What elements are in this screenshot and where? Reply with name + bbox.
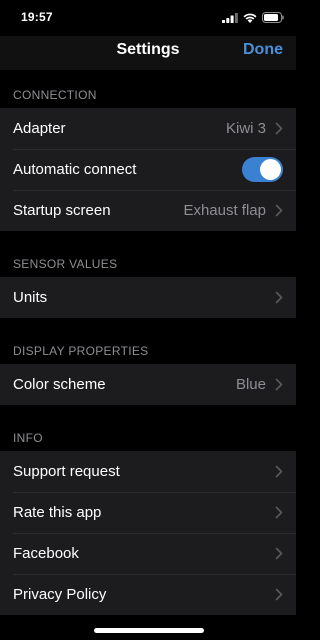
battery-icon: [262, 12, 284, 23]
section-title: DISPLAY PROPERTIES: [13, 344, 149, 358]
toggle-knob: [260, 159, 281, 180]
wifi-icon: [243, 13, 257, 23]
section-header-display-properties: DISPLAY PROPERTIES: [0, 318, 296, 364]
row-label: Privacy Policy: [13, 586, 107, 603]
chevron-right-icon: [275, 204, 283, 217]
chevron-right-icon: [275, 291, 283, 304]
cellular-signal-icon: [222, 12, 238, 23]
startup-screen-row[interactable]: Startup screen Exhaust flap: [0, 190, 296, 231]
settings-screen: 19:57 Settings Done CONNECTION Adapter K…: [0, 0, 296, 640]
row-label: Color scheme: [13, 376, 106, 393]
row-label: Units: [13, 289, 48, 306]
color-scheme-row[interactable]: Color scheme Blue: [0, 364, 296, 405]
section-title: INFO: [13, 431, 43, 445]
navigation-bar: Settings Done: [0, 36, 296, 70]
row-label: Rate this app: [13, 504, 102, 521]
section-title: SENSOR VALUES: [13, 257, 118, 271]
row-label: Automatic connect: [13, 161, 137, 178]
chevron-right-icon: [275, 122, 283, 135]
chevron-right-icon: [275, 588, 283, 601]
status-bar: 19:57: [0, 0, 296, 36]
adapter-row[interactable]: Adapter Kiwi 3: [0, 108, 296, 149]
chevron-right-icon: [275, 465, 283, 478]
display-properties-group: Color scheme Blue: [0, 364, 296, 405]
sensor-values-group: Units: [0, 277, 296, 318]
row-value: Exhaust flap: [183, 202, 266, 219]
section-header-connection: CONNECTION: [0, 70, 296, 108]
row-value: Kiwi 3: [225, 120, 266, 137]
automatic-connect-row: Automatic connect: [0, 149, 296, 190]
chevron-right-icon: [275, 506, 283, 519]
section-title: CONNECTION: [13, 88, 97, 102]
automatic-connect-toggle[interactable]: [242, 157, 283, 182]
row-value: Blue: [235, 376, 266, 393]
settings-list: CONNECTION Adapter Kiwi 3 Automatic conn…: [0, 70, 296, 615]
facebook-row[interactable]: Facebook: [0, 533, 296, 574]
rate-this-app-row[interactable]: Rate this app: [0, 492, 296, 533]
support-request-row[interactable]: Support request: [0, 451, 296, 492]
chevron-right-icon: [275, 378, 283, 391]
connection-group: Adapter Kiwi 3 Automatic connect Startup…: [0, 108, 296, 231]
section-header-sensor-values: SENSOR VALUES: [0, 231, 296, 277]
info-group: Support request Rate this app Facebook P…: [0, 451, 296, 615]
status-time: 19:57: [21, 10, 53, 24]
privacy-policy-row[interactable]: Privacy Policy: [0, 574, 296, 615]
row-label: Support request: [13, 463, 120, 480]
section-header-info: INFO: [0, 405, 296, 451]
row-label: Startup screen: [13, 202, 111, 219]
chevron-right-icon: [275, 547, 283, 560]
home-indicator[interactable]: [94, 628, 204, 633]
row-label: Adapter: [13, 120, 66, 137]
status-icons: [222, 12, 284, 23]
done-button[interactable]: Done: [243, 41, 283, 59]
units-row[interactable]: Units: [0, 277, 296, 318]
row-label: Facebook: [13, 545, 79, 562]
